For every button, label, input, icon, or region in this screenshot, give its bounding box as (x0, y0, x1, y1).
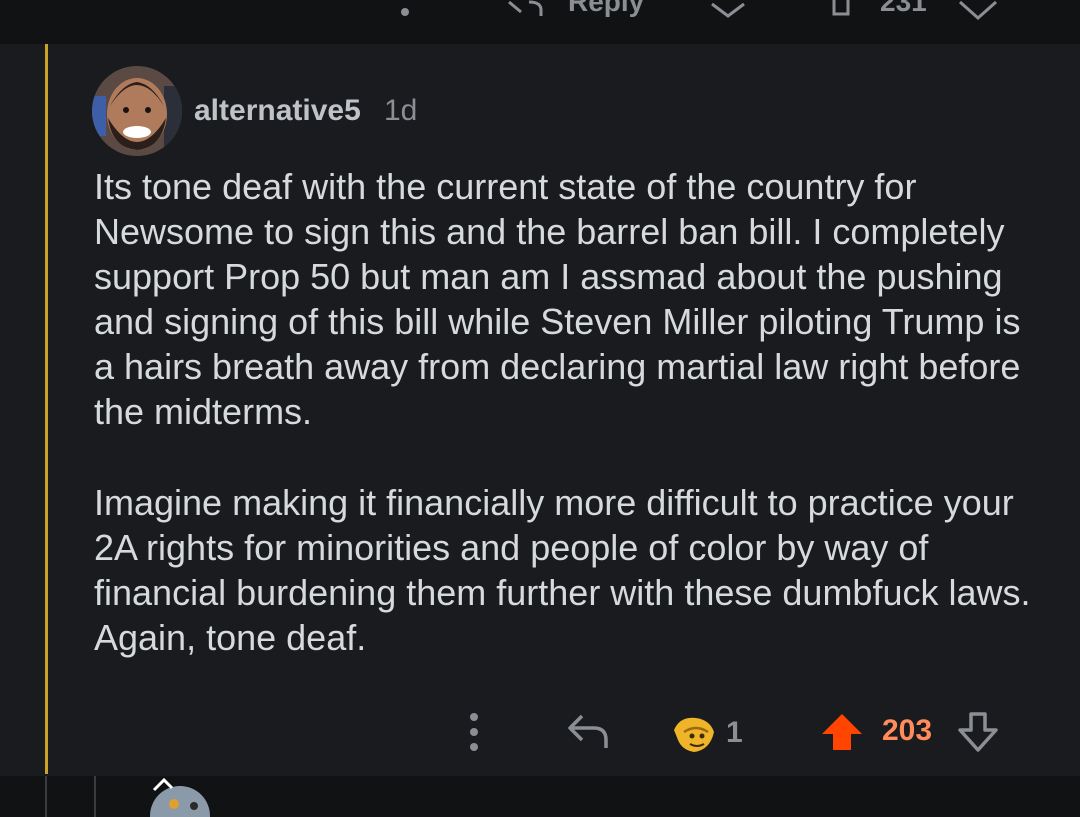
upvote-icon (822, 714, 862, 750)
comment-paragraph: Its tone deaf with the current state of … (94, 166, 1021, 432)
upvote-icon[interactable] (824, 0, 858, 20)
avatar[interactable] (144, 776, 224, 817)
previous-comment-action-bar: Reply 231 (0, 0, 1080, 44)
reply-icon[interactable] (505, 0, 545, 20)
award-icon[interactable] (708, 0, 748, 22)
reply-button[interactable]: Reply (568, 0, 644, 18)
reply-button[interactable] (566, 710, 610, 752)
comment-paragraph: Imagine making it financially more diffi… (94, 482, 1031, 658)
downvote-button[interactable] (956, 710, 1000, 754)
more-options-icon[interactable] (398, 0, 412, 20)
reply-icon (568, 714, 608, 748)
downvote-icon[interactable] (956, 0, 1000, 22)
comment-age: 1d (384, 94, 418, 127)
award-icon (674, 717, 714, 752)
comment-body: Its tone deaf with the current state of … (94, 164, 1044, 706)
vote-score: 203 (882, 714, 933, 747)
comment-author[interactable]: alternative5 (194, 94, 361, 128)
award-count: 1 (726, 716, 743, 749)
avatar[interactable] (92, 66, 182, 156)
next-comment-strip (0, 776, 1080, 817)
upvote-button[interactable] (820, 710, 864, 754)
thread-rail (94, 776, 96, 817)
score-count: 231 (880, 0, 927, 17)
comment-action-bar: 1 203 (0, 700, 1080, 770)
more-options-button[interactable] (462, 712, 486, 752)
thread-line[interactable] (45, 44, 48, 774)
thread-rail (45, 776, 47, 817)
award-button[interactable]: 1 (670, 710, 743, 756)
more-options-icon (470, 713, 478, 751)
downvote-icon (958, 712, 998, 752)
